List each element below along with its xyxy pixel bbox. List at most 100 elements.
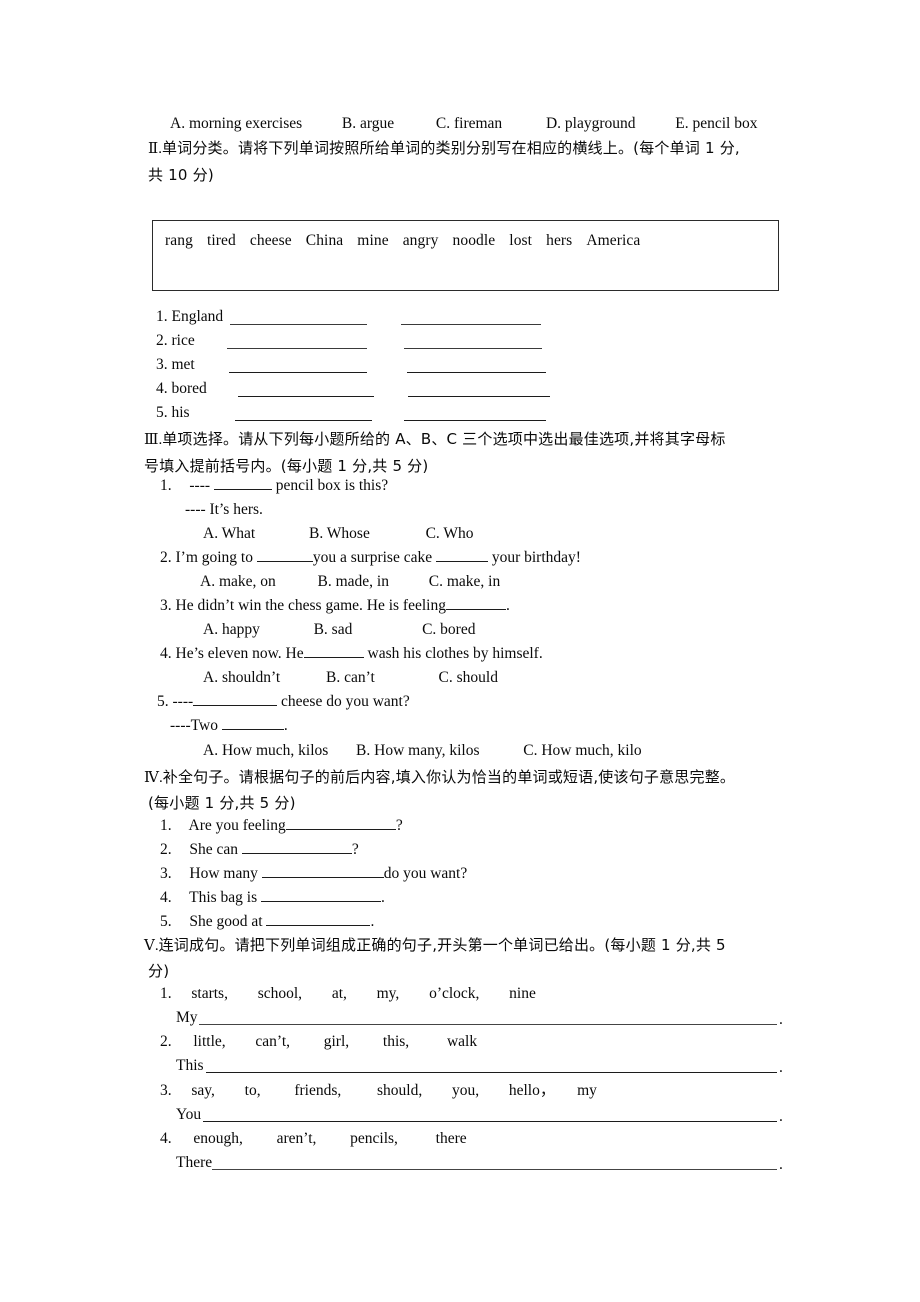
classify-item-label: met xyxy=(171,356,195,373)
classify-blank-3a[interactable] xyxy=(229,372,367,373)
mcq-option[interactable]: A. How much, kilos xyxy=(203,742,328,759)
classify-blank-2b[interactable] xyxy=(404,348,542,349)
fill-item-prefix: How many xyxy=(189,865,262,882)
fill-blank-3[interactable] xyxy=(261,877,384,878)
mcq-prompt-suffix: pencil box is this? xyxy=(271,477,389,494)
reorder-word: pencils, xyxy=(350,1130,398,1147)
reorder-word: nine xyxy=(509,985,536,1002)
mcq-option[interactable]: C. How much, kilo xyxy=(523,742,641,759)
mcq-option[interactable]: A. happy xyxy=(203,621,260,638)
classify-blank-1a[interactable] xyxy=(230,324,367,325)
mcq-2-options: A. make, on B. made, in C. make, in xyxy=(200,574,500,590)
mcq-5-answer-blank[interactable] xyxy=(221,729,284,730)
fill-blank-2[interactable] xyxy=(241,853,352,854)
mcq-5-prompt: 5. ---- cheese do you want? xyxy=(157,694,410,710)
mcq-2-blank-b[interactable] xyxy=(435,561,488,562)
wordbank-word: noodle xyxy=(452,232,496,249)
mcq-prompt-part2: you a surprise cake xyxy=(312,549,436,566)
reorder-item-1-words: 1. starts, school, at, my, o’clock, nine xyxy=(160,986,536,1002)
mcq-option[interactable]: C. bored xyxy=(422,621,475,638)
section-4-marker: Ⅳ. xyxy=(144,770,163,786)
reorder-word: should, xyxy=(377,1082,423,1099)
option-e: E. pencil box xyxy=(675,115,758,132)
fill-item-number: 4. xyxy=(160,889,172,906)
reorder-word: walk xyxy=(446,1033,478,1050)
fill-item-4: 4. This bag is . xyxy=(160,890,385,906)
classify-blank-2a[interactable] xyxy=(227,348,367,349)
classify-item-number: 4. xyxy=(156,380,168,397)
reorder-blank-2[interactable] xyxy=(206,1072,777,1073)
mcq-option[interactable]: C. make, in xyxy=(429,573,500,590)
mcq-option[interactable]: A. shouldn’t xyxy=(203,669,280,686)
reorder-item-1-starter: My xyxy=(176,1009,198,1026)
fill-item-suffix: ? xyxy=(351,841,359,858)
mcq-prompt-prefix: He didn’t win the chess game. He is feel… xyxy=(175,597,446,614)
reorder-blank-4[interactable] xyxy=(212,1169,777,1170)
previous-question-options: A. morning exercises B. argue C. fireman… xyxy=(170,116,757,132)
mcq-option[interactable]: B. made, in xyxy=(318,573,389,590)
mcq-option[interactable]: B. can’t xyxy=(326,669,375,686)
mcq-option[interactable]: C. should xyxy=(439,669,498,686)
mcq-number: 1. xyxy=(160,477,172,494)
reorder-word: can’t, xyxy=(255,1033,290,1050)
mcq-4-blank[interactable] xyxy=(303,657,364,658)
fill-item-2: 2. She can ? xyxy=(160,842,359,858)
fill-item-number: 2. xyxy=(160,841,172,858)
mcq-prompt-suffix: cheese do you want? xyxy=(277,693,410,710)
mcq-1-blank[interactable] xyxy=(213,489,272,490)
reorder-word: o’clock, xyxy=(429,985,480,1002)
fill-item-suffix: . xyxy=(370,913,375,930)
section-5-heading-text: 连词成句。请把下列单词组成正确的句子,开头第一个单词已给出。(每小题 1 分,共… xyxy=(158,936,726,954)
classify-item-label: his xyxy=(171,404,190,421)
fill-blank-5[interactable] xyxy=(266,925,371,926)
classify-blank-5b[interactable] xyxy=(404,420,546,421)
mcq-number: 5. xyxy=(157,693,169,710)
mcq-2-blank-a[interactable] xyxy=(256,561,313,562)
reorder-blank-1[interactable] xyxy=(199,1024,777,1025)
fill-item-number: 5. xyxy=(160,913,172,930)
wordbank-word: America xyxy=(586,232,641,249)
reorder-word: starts, xyxy=(191,985,228,1002)
classify-item-1: 1. England xyxy=(156,309,223,325)
section-4-heading-line2: (每小题 1 分,共 5 分) xyxy=(148,794,296,812)
reorder-item-2-starter: This xyxy=(176,1057,204,1074)
reorder-blank-3[interactable] xyxy=(203,1121,777,1122)
mcq-5-blank[interactable] xyxy=(193,705,278,706)
section-3-heading-line2: 号填入提前括号内。(每小题 1 分,共 5 分) xyxy=(144,457,429,475)
mcq-option[interactable]: C. Who xyxy=(426,525,474,542)
fill-item-prefix: Are you feeling xyxy=(188,817,286,834)
mcq-prompt-suffix: wash his clothes by himself. xyxy=(363,645,543,662)
reorder-word: my, xyxy=(376,985,400,1002)
mcq-3-blank[interactable] xyxy=(445,609,506,610)
classify-blank-1b[interactable] xyxy=(401,324,541,325)
reorder-word: this, xyxy=(382,1033,410,1050)
classify-blank-3b[interactable] xyxy=(407,372,546,373)
reorder-word: there xyxy=(435,1130,467,1147)
mcq-option[interactable]: A. What xyxy=(203,525,255,542)
classify-item-label: bored xyxy=(171,380,207,397)
section-2-marker: Ⅱ. xyxy=(148,141,162,157)
reorder-word: enough, xyxy=(193,1130,243,1147)
classify-blank-4a[interactable] xyxy=(238,396,374,397)
reorder-item-3-words: 3. say, to, friends, should, you, hello，… xyxy=(160,1083,597,1099)
mcq-option[interactable]: A. make, on xyxy=(200,573,276,590)
classify-item-number: 1. xyxy=(156,308,168,325)
classify-blank-4b[interactable] xyxy=(408,396,550,397)
section-5-marker: Ⅴ. xyxy=(144,938,159,954)
classify-blank-5a[interactable] xyxy=(235,420,372,421)
mcq-option[interactable]: B. How many, kilos xyxy=(356,742,479,759)
mcq-option[interactable]: B. Whose xyxy=(309,525,370,542)
classify-item-number: 5. xyxy=(156,404,168,421)
reorder-word: at, xyxy=(331,985,347,1002)
mcq-prompt-prefix: He’s eleven now. He xyxy=(175,645,304,662)
mcq-prompt-part3: your birthday! xyxy=(487,549,581,566)
mcq-option[interactable]: B. sad xyxy=(314,621,353,638)
mcq-5-answer-line: ----Two . xyxy=(170,718,288,734)
fill-blank-4[interactable] xyxy=(261,901,382,902)
reorder-item-number: 4. xyxy=(160,1130,172,1147)
wordbank-word: mine xyxy=(357,232,389,249)
mcq-4-options: A. shouldn’t B. can’t C. should xyxy=(203,670,498,686)
classify-item-2: 2. rice xyxy=(156,333,195,349)
wordbank-word: tired xyxy=(206,232,236,249)
fill-blank-1[interactable] xyxy=(285,829,396,830)
